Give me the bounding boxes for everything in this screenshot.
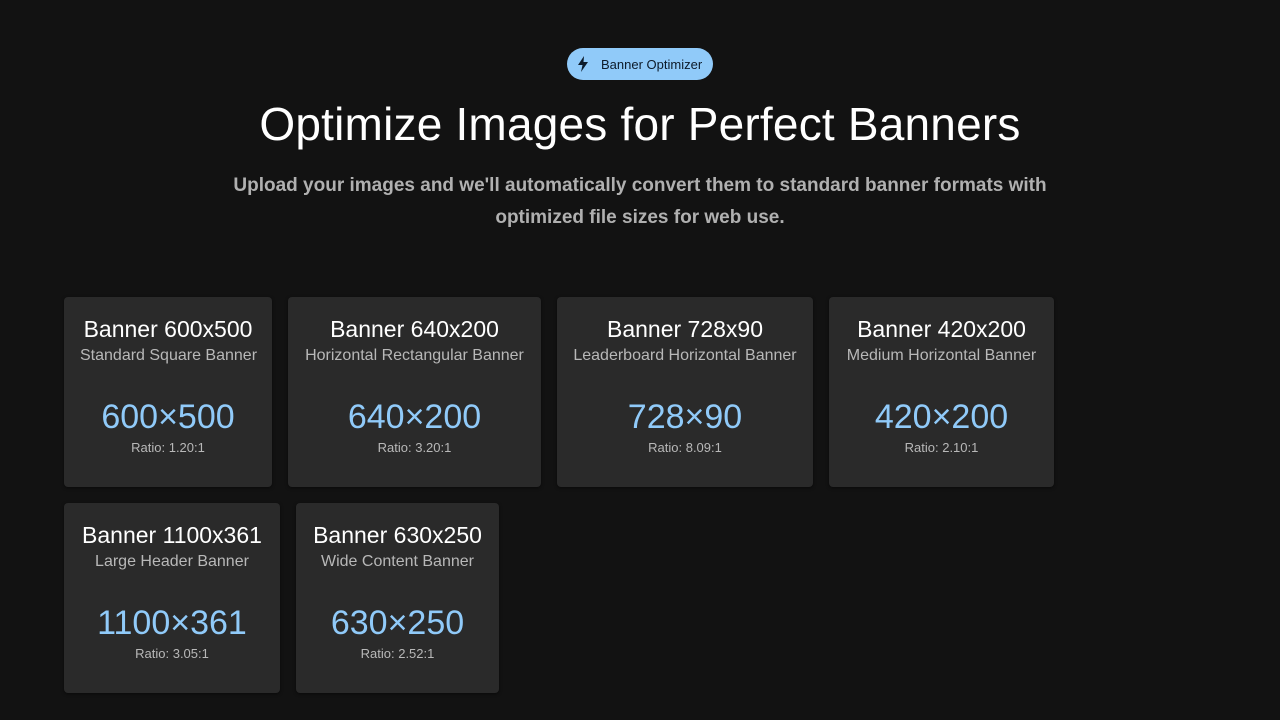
banner-name: Banner 728x90 [606, 316, 763, 342]
banner-ratio: Ratio: 2.52:1 [360, 646, 435, 661]
banner-dimensions: 1100×361 [97, 604, 247, 642]
banner-dimensions: 600×500 [101, 398, 235, 436]
banner-name: Banner 600x500 [83, 316, 253, 342]
page-subtitle: Upload your images and we'll automatical… [233, 175, 1047, 228]
banner-description: Leaderboard Horizontal Banner [573, 347, 797, 364]
banner-dimensions: 420×200 [874, 398, 1009, 436]
banner-description: Standard Square Banner [80, 347, 258, 364]
banner-ratio: Ratio: 3.05:1 [135, 646, 209, 661]
banner-dimensions: 630×250 [330, 604, 465, 642]
banner-name: Banner 420x200 [857, 316, 1026, 342]
banner-name: Banner 630x250 [313, 522, 482, 548]
banner-description: Wide Content Banner [321, 553, 474, 570]
banner-description: Medium Horizontal Banner [846, 347, 1037, 364]
banner-card-640x200[interactable]: Banner 640x200 Horizontal Rectangular Ba… [288, 297, 541, 487]
banner-grid: Banner 600x500 Standard Square Banner 60… [64, 297, 1064, 709]
page: Banner Optimizer Optimize Images for Per… [0, 0, 1280, 720]
page-title: Optimize Images for Perfect Banners [259, 98, 1021, 150]
banner-description: Horizontal Rectangular Banner [305, 347, 524, 364]
banner-ratio: Ratio: 1.20:1 [131, 440, 205, 455]
banner-card-600x500[interactable]: Banner 600x500 Standard Square Banner 60… [64, 297, 272, 487]
banner-row: Banner 600x500 Standard Square Banner 60… [64, 297, 1064, 487]
banner-name: Banner 1100x361 [82, 522, 262, 548]
banner-card-420x200[interactable]: Banner 420x200 Medium Horizontal Banner … [829, 297, 1054, 487]
banner-ratio: Ratio: 3.20:1 [377, 440, 452, 455]
banner-dimensions: 640×200 [347, 398, 482, 436]
banner-card-630x250[interactable]: Banner 630x250 Wide Content Banner 630×2… [296, 503, 499, 693]
banner-row: Banner 1100x361 Large Header Banner 1100… [64, 503, 1064, 693]
badge-label: Banner Optimizer [601, 56, 703, 72]
banner-optimizer-badge: Banner Optimizer [567, 48, 713, 80]
banner-card-728x90[interactable]: Banner 728x90 Leaderboard Horizontal Ban… [557, 297, 813, 487]
banner-ratio: Ratio: 8.09:1 [648, 440, 722, 455]
banner-dimensions: 728×90 [627, 398, 743, 436]
banner-card-1100x361[interactable]: Banner 1100x361 Large Header Banner 1100… [64, 503, 280, 693]
banner-name: Banner 640x200 [330, 316, 499, 342]
bolt-icon [577, 56, 589, 72]
banner-ratio: Ratio: 2.10:1 [904, 440, 979, 455]
banner-description: Large Header Banner [95, 553, 249, 570]
